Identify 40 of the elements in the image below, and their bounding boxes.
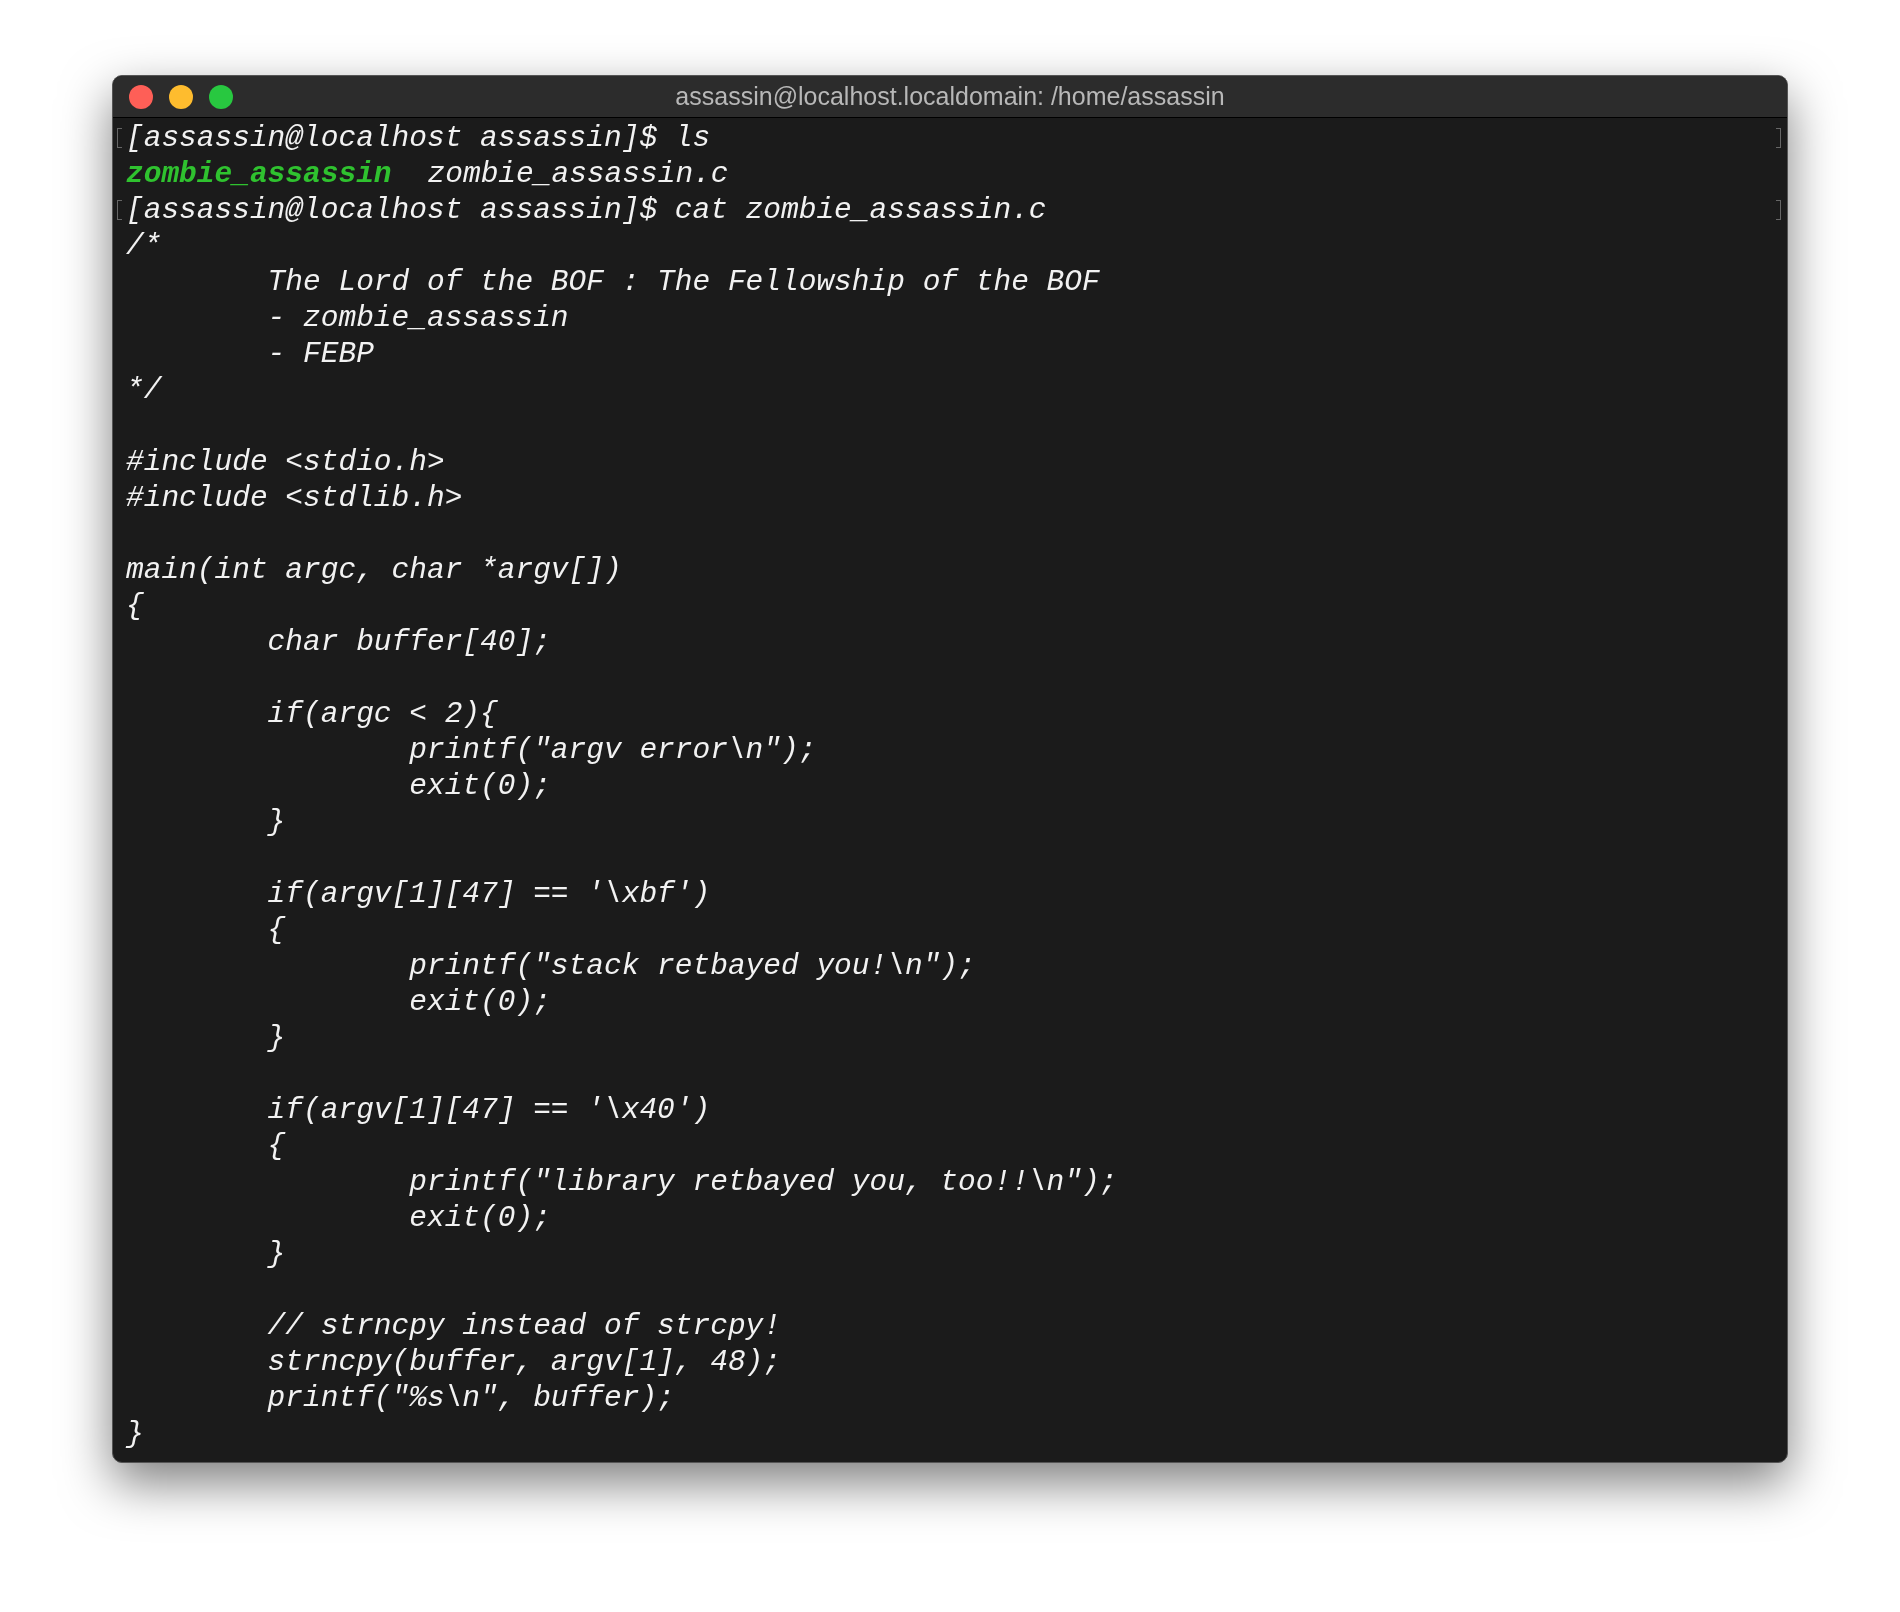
code-line: - zombie_assassin (266, 300, 569, 336)
shell-prompt-line: [assassin@localhost assassin]$ ls (126, 120, 711, 156)
code-line: printf("%s\n", buffer); (266, 1380, 675, 1416)
code-line: { (266, 912, 286, 948)
code-line: /* (126, 228, 162, 264)
code-line: if(argc < 2){ (266, 696, 498, 732)
code-line: } (266, 804, 286, 840)
code-line: */ (126, 372, 162, 408)
code-line: exit(0); (408, 984, 551, 1020)
code-line: } (266, 1020, 286, 1056)
prompt-mark-icon (1776, 128, 1781, 148)
code-line: The Lord of the BOF : The Fellowship of the BOF (266, 264, 1100, 300)
close-button[interactable] (129, 84, 153, 109)
prompt-mark-icon (117, 128, 122, 148)
code-line: exit(0); (408, 768, 551, 804)
code-line: #include <stdio.h> (126, 444, 445, 480)
code-line: exit(0); (408, 1200, 551, 1236)
shell-prompt-line: [assassin@localhost assassin]$ cat zombie_assassin.c (126, 192, 1047, 228)
code-line: printf("library retbayed you, too!!\n"); (408, 1164, 1118, 1200)
code-line: { (266, 1128, 286, 1164)
zoom-button[interactable] (209, 84, 233, 109)
code-line: #include <stdlib.h> (126, 480, 463, 516)
code-line: printf("stack retbayed you!\n"); (408, 948, 976, 984)
code-line: printf("argv error\n"); (408, 732, 817, 768)
code-line: } (126, 1416, 144, 1452)
code-line: main(int argc, char *argv[]) (126, 552, 622, 588)
prompt-mark-icon (117, 200, 122, 220)
prompt-mark-icon (1776, 200, 1781, 220)
code-line: char buffer[40]; (266, 624, 551, 660)
executable-file-name: zombie_assassin (126, 156, 392, 192)
code-line: if(argv[1][47] == '\x40') (266, 1092, 711, 1128)
code-line: strncpy(buffer, argv[1], 48); (266, 1344, 781, 1380)
minimize-button[interactable] (169, 84, 193, 109)
code-line: if(argv[1][47] == '\xbf') (266, 876, 711, 912)
code-line: // strncpy instead of strcpy! (266, 1308, 781, 1344)
window-title: assassin@localhost.localdomain: /home/assassin (675, 80, 1225, 112)
code-line: } (266, 1236, 286, 1272)
code-line: - FEBP (266, 336, 374, 372)
file-name: zombie_assassin.c (427, 156, 729, 192)
code-line: { (126, 588, 144, 624)
